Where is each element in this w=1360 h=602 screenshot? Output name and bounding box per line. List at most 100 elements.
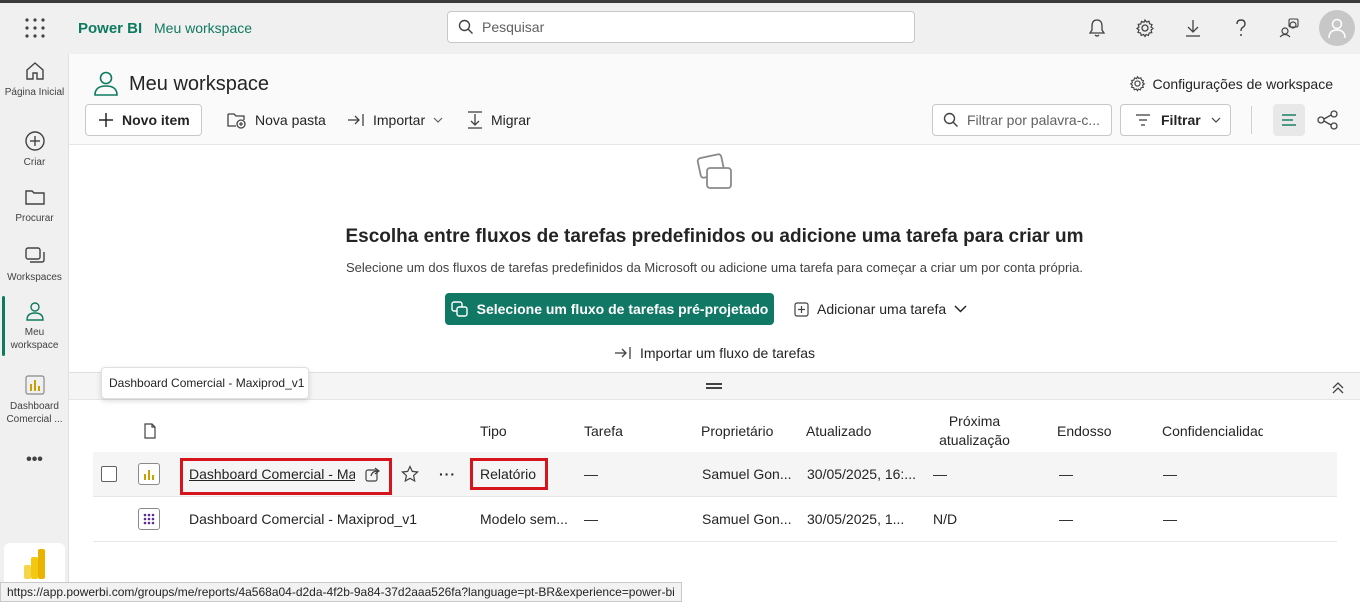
chevron-up-icon[interactable]	[1330, 379, 1346, 395]
search-icon	[458, 19, 473, 34]
more-options-icon[interactable]: ···	[439, 452, 456, 496]
filter-icon	[1136, 114, 1150, 126]
rail-item-workspaces[interactable]: Workspaces	[0, 245, 69, 284]
task-flow-area: Escolha entre fluxos de tarefas predefin…	[69, 146, 1360, 372]
filter-button[interactable]: Filtrar	[1120, 104, 1231, 136]
search-input[interactable]: Pesquisar	[447, 11, 915, 43]
import-icon	[614, 347, 631, 359]
task-flow-subtitle: Selecione um dos fluxos de tarefas prede…	[345, 260, 1084, 275]
table-row[interactable]: Dashboard Comercial - Maxiprod_v1 Modelo…	[93, 497, 1337, 542]
feedback-icon[interactable]	[1278, 17, 1300, 39]
item-task: —	[584, 511, 598, 527]
column-header-updated[interactable]: Atualizado	[806, 411, 871, 451]
search-icon	[943, 112, 958, 127]
select-task-flow-label: Selecione um fluxo de tarefas pré-projet…	[476, 301, 769, 317]
brand-name[interactable]: Power BI	[78, 20, 142, 37]
task-flow-icon	[693, 150, 737, 194]
rail-label: Procurar	[15, 213, 54, 224]
rail-item-browse[interactable]: Procurar	[0, 186, 69, 225]
search-placeholder: Pesquisar	[482, 19, 545, 35]
item-updated: 30/05/2025, 16:...	[807, 466, 916, 482]
item-endorsement: —	[1059, 511, 1073, 527]
folder-add-icon	[227, 113, 246, 129]
chevron-down-icon	[954, 305, 967, 313]
person-icon	[24, 300, 46, 322]
favorite-star-icon[interactable]	[401, 452, 419, 496]
column-header-task[interactable]: Tarefa	[584, 411, 623, 451]
filter-keyword-input[interactable]: Filtrar por palavra-c...	[932, 104, 1112, 136]
top-bar: Power BI Meu workspace Pesquisar	[0, 0, 1360, 54]
rail-item-my-workspace[interactable]: Meu workspace	[0, 300, 69, 352]
select-task-flow-button[interactable]: Selecione um fluxo de tarefas pré-projet…	[445, 293, 774, 325]
import-icon	[348, 114, 364, 126]
migrate-label: Migrar	[491, 112, 531, 128]
breadcrumb-workspace[interactable]: Meu workspace	[154, 20, 252, 36]
avatar[interactable]	[1319, 10, 1355, 46]
item-sensitivity: —	[1163, 511, 1177, 527]
item-sensitivity: —	[1163, 466, 1177, 482]
more-icon[interactable]: •••	[0, 452, 69, 468]
add-task-label: Adicionar uma tarefa	[817, 301, 947, 317]
column-header-next-refresh[interactable]: Próxima atualização	[931, 411, 1018, 451]
item-owner: Samuel Gon...	[702, 511, 792, 527]
migrate-button[interactable]: Migrar	[467, 104, 531, 136]
app-launcher-icon[interactable]	[24, 17, 46, 39]
rail-label: Meu workspace	[10, 327, 59, 351]
drag-handle-icon[interactable]	[706, 383, 722, 389]
help-icon[interactable]	[1230, 17, 1252, 39]
workspaces-icon	[24, 245, 46, 267]
download-icon[interactable]	[1182, 17, 1204, 39]
import-label: Importar	[373, 112, 426, 128]
filter-label: Filtrar	[1161, 112, 1201, 128]
item-task: —	[584, 466, 598, 482]
new-folder-button[interactable]: Nova pasta	[227, 104, 326, 136]
item-name-link[interactable]: Dashboard Comercial - Maxiprod_v1	[189, 497, 417, 541]
workspace-person-icon	[91, 68, 121, 98]
list-view-icon	[1282, 114, 1296, 126]
column-header-endorsement[interactable]: Endosso	[1057, 411, 1111, 451]
rail-item-dashboard[interactable]: Dashboard Comercial ...	[0, 374, 69, 426]
rail-item-home[interactable]: Página Inicial	[0, 60, 69, 99]
bell-icon[interactable]	[1086, 17, 1108, 39]
model-type-icon-cell	[138, 497, 160, 541]
add-task-button[interactable]: Adicionar uma tarefa	[794, 293, 967, 325]
import-button[interactable]: Importar	[347, 104, 443, 136]
item-next-refresh: —	[933, 466, 947, 482]
workspace-settings-label: Configurações de workspace	[1152, 75, 1333, 92]
rail-item-create[interactable]: Criar	[0, 130, 69, 169]
item-owner: Samuel Gon...	[702, 466, 792, 482]
item-endorsement: —	[1059, 466, 1073, 482]
semantic-model-icon	[138, 508, 160, 530]
file-type-header-icon	[143, 411, 157, 451]
import-task-flow-button[interactable]: Importar um fluxo de tarefas	[69, 345, 1360, 361]
import-task-flow-label: Importar um fluxo de tarefas	[639, 345, 816, 361]
main-panel: Meu workspace Configurações de workspace…	[69, 54, 1360, 602]
row-checkbox[interactable]	[101, 466, 117, 482]
item-type: Modelo sem...	[480, 511, 568, 527]
column-header-owner[interactable]: Proprietário	[701, 411, 773, 451]
item-name: Dashboard Comercial - Maxiprod_v1	[189, 511, 417, 527]
new-item-button[interactable]: Novo item	[85, 104, 202, 136]
chevron-down-icon	[433, 117, 443, 123]
lineage-view-icon[interactable]	[1317, 109, 1339, 131]
workspace-settings-button[interactable]: Configurações de workspace	[1129, 75, 1333, 92]
chevron-down-icon	[1211, 117, 1221, 123]
folder-icon	[24, 186, 46, 208]
column-header-type[interactable]: Tipo	[480, 411, 507, 451]
rail-label: Criar	[23, 157, 46, 168]
migrate-icon	[468, 111, 482, 129]
plus-square-icon	[794, 301, 809, 317]
row-checkbox-cell	[101, 452, 117, 496]
divider	[1251, 106, 1252, 134]
plus-icon	[99, 113, 113, 127]
rail-label: Dashboard Comercial ...	[6, 401, 63, 425]
task-flow-title: Escolha entre fluxos de tarefas predefin…	[345, 226, 1084, 247]
new-item-label: Novo item	[122, 112, 190, 128]
list-view-toggle[interactable]	[1273, 104, 1305, 136]
rail-label: Workspaces	[7, 272, 62, 283]
rail-label: Página Inicial	[4, 87, 65, 98]
column-header-sensitivity[interactable]: Confidencialidade	[1162, 411, 1263, 451]
name-tooltip: Dashboard Comercial - Maxiprod_v1	[101, 367, 309, 399]
home-icon	[24, 60, 46, 82]
gear-icon[interactable]	[1134, 17, 1156, 39]
